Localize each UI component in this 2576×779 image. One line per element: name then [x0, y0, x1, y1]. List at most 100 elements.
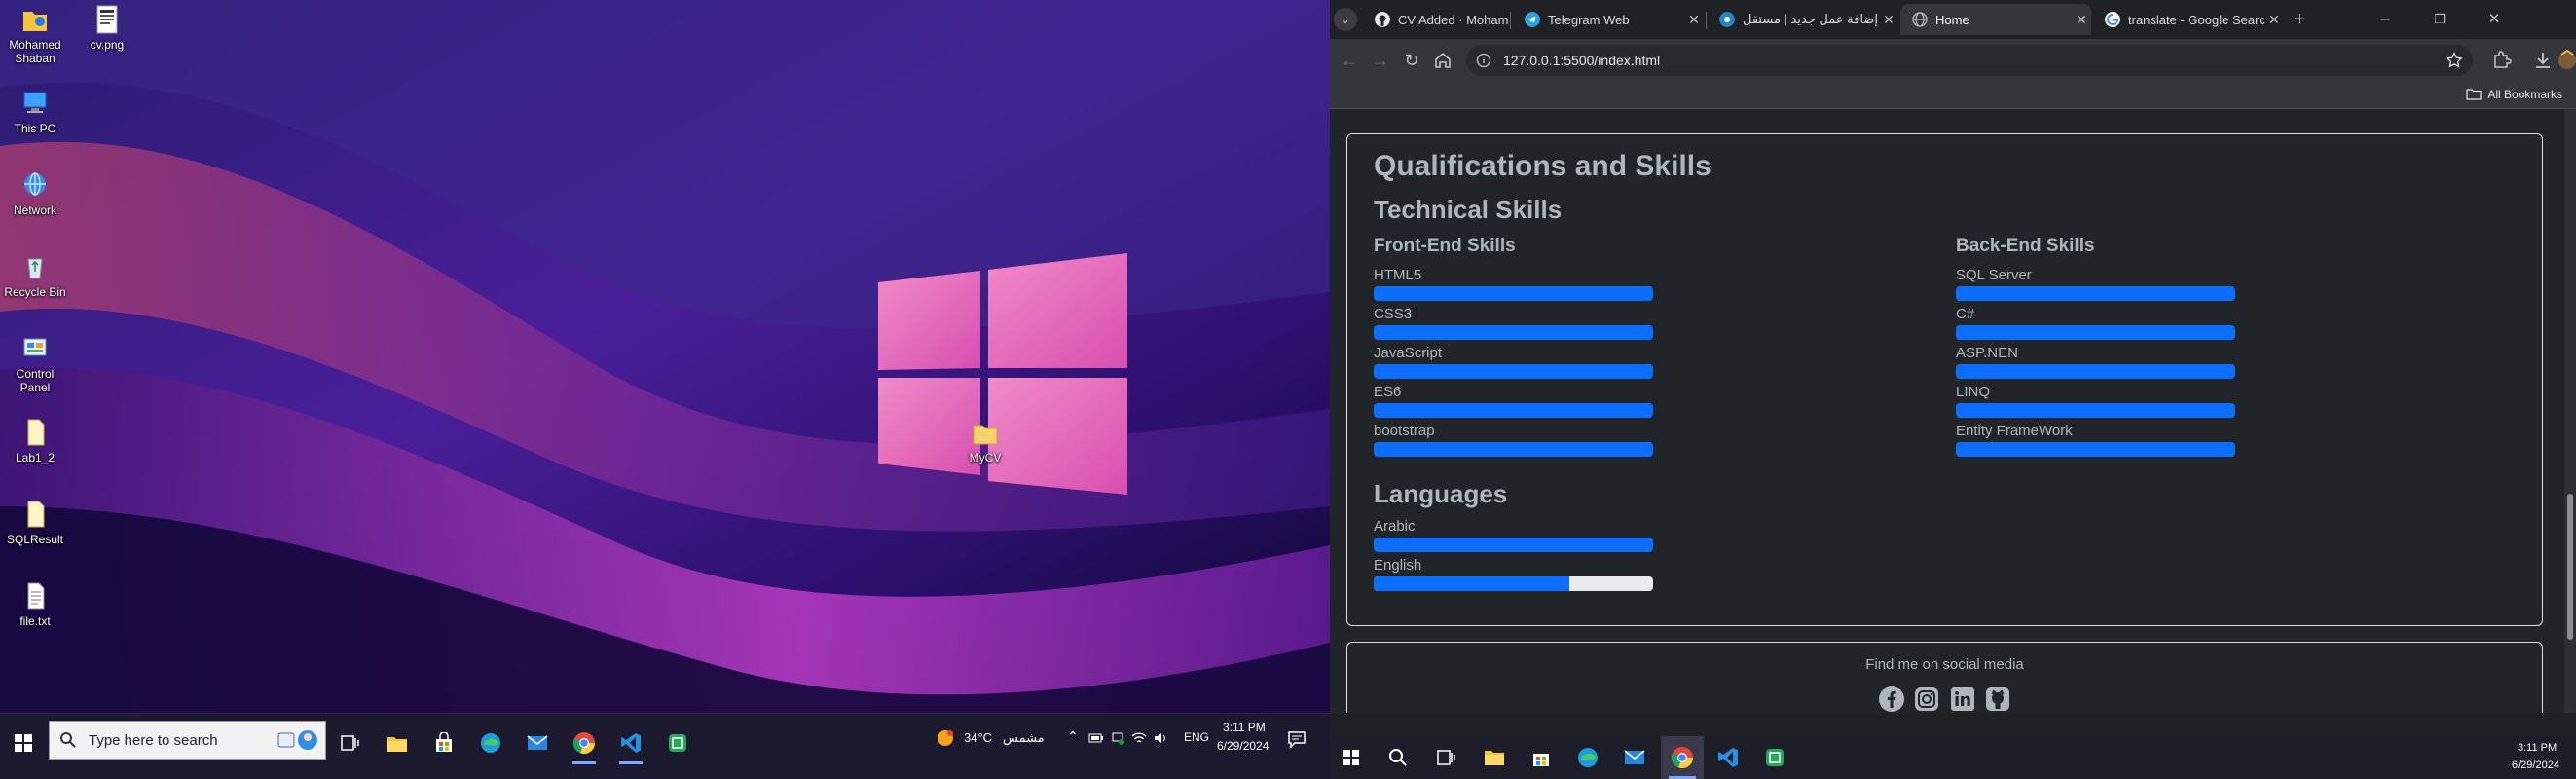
linkedin-icon[interactable]	[1949, 686, 1976, 713]
skill-label: HTML5	[1374, 267, 1422, 283]
desktop-icon-label: Control Panel	[16, 367, 55, 394]
language-item: English	[1374, 557, 1656, 591]
snip-tool-button[interactable]	[656, 722, 699, 764]
edge-icon[interactable]	[1577, 747, 1599, 768]
tab-close-icon[interactable]: ✕	[2264, 12, 2284, 28]
reload-icon[interactable]: ↻	[1400, 49, 1423, 72]
edge-button[interactable]	[469, 722, 512, 764]
search-icon[interactable]	[1388, 748, 1408, 767]
mail-button[interactable]	[516, 722, 559, 764]
backend-skills-title: Back-End Skills	[1956, 236, 2095, 256]
chrome-button[interactable]	[563, 722, 606, 764]
snipping-tool-icon[interactable]	[1764, 747, 1785, 768]
desktop-icon-network[interactable]: Network	[0, 169, 70, 217]
languages-title: Languages	[1374, 479, 1508, 508]
bookmarks-bar: All Bookmarks	[1330, 82, 2576, 109]
bookmark-star-icon[interactable]	[2446, 52, 2463, 69]
chrome-taskbar-button[interactable]	[1661, 736, 1704, 779]
tab-mostaql[interactable]: إضافة عمل جديد | مستقل ✕	[1708, 4, 1898, 35]
desktop-icon-mycv[interactable]: MyCV	[950, 417, 1020, 464]
microsoft-store-button[interactable]	[423, 722, 465, 764]
desktop-icon-control-panel[interactable]: Control Panel	[0, 333, 70, 394]
secondary-taskbar: 3:11 PM 6/29/2024	[1330, 736, 2576, 779]
download-icon[interactable]	[2531, 49, 2555, 72]
file-explorer-icon[interactable]	[1484, 749, 1505, 766]
desktop-icon-this-pc[interactable]: This PC	[0, 88, 70, 135]
mail-icon[interactable]	[1624, 749, 1645, 766]
tab-close-icon[interactable]: ✕	[1684, 12, 1704, 28]
desktop-icon-lab1-2[interactable]: Lab1_2	[0, 417, 70, 464]
skill-progress-fill	[1956, 403, 2235, 418]
desktop-icon-file-txt[interactable]: file.txt	[0, 580, 70, 628]
minimize-icon[interactable]: –	[2374, 8, 2397, 31]
tab-telegram[interactable]: Telegram Web ✕	[1513, 4, 1704, 35]
tab-label: إضافة عمل جديد | مستقل	[1743, 12, 1878, 26]
task-view-button[interactable]	[329, 722, 372, 764]
windows-start-icon	[15, 734, 32, 752]
tab-close-icon[interactable]: ✕	[1879, 12, 1898, 28]
computer-icon	[23, 92, 47, 113]
store-icon[interactable]	[1530, 747, 1552, 768]
volume-icon[interactable]	[1153, 730, 1168, 746]
vscode-button[interactable]	[609, 722, 652, 764]
skill-label: LINQ	[1956, 384, 1991, 400]
site-info-icon[interactable]	[1476, 53, 1491, 68]
desktop-icon-cv-png[interactable]: cv.png	[72, 4, 142, 52]
taskbar-search-box[interactable]: Type here to search	[49, 721, 326, 760]
github-icon[interactable]	[1984, 686, 2011, 713]
extensions-icon[interactable]	[2490, 49, 2514, 72]
github-icon	[1375, 12, 1390, 27]
clock-date[interactable]: 6/29/2024	[1217, 739, 1269, 753]
skill-progress-bar	[1374, 364, 1653, 379]
tab-github[interactable]: CV Added · MohamedSh	[1363, 4, 1509, 35]
restore-icon[interactable]: ❐	[2428, 8, 2451, 31]
task-view-icon[interactable]	[1437, 749, 1456, 766]
tab-search-chevron-icon[interactable]: ⌄	[1334, 8, 1357, 31]
tab-close-icon[interactable]: ✕	[2072, 12, 2091, 28]
network-status-icon[interactable]	[1110, 730, 1125, 746]
tab-google[interactable]: translate - Google Search ✕	[2093, 4, 2284, 35]
file-icon	[27, 419, 45, 446]
notification-center-icon[interactable]	[1287, 729, 1306, 749]
profile-avatar[interactable]	[2558, 49, 2576, 72]
file-explorer-button[interactable]	[376, 722, 419, 764]
desktop-icon-user-folder[interactable]: Mohamed Shaban	[0, 4, 70, 65]
skill-progress-fill	[1956, 364, 2235, 379]
start-button[interactable]	[2, 722, 45, 764]
windows-start-icon[interactable]	[1343, 750, 1359, 765]
home-icon[interactable]	[1431, 49, 1454, 72]
desktop-icon-sqlresult[interactable]: SQLResult	[0, 499, 70, 546]
instagram-icon[interactable]	[1913, 686, 1940, 713]
chrome-icon	[572, 732, 596, 755]
skill-item: ASP.NEN	[1956, 345, 2238, 379]
facebook-icon[interactable]	[1878, 686, 1905, 713]
wifi-icon[interactable]	[1131, 730, 1147, 746]
forward-arrow-icon[interactable]: →	[1369, 49, 1392, 72]
weather-description[interactable]: مشمس	[1003, 730, 1045, 746]
scrollbar-thumb[interactable]	[2567, 494, 2573, 640]
skill-progress-fill	[1956, 286, 2235, 301]
all-bookmarks-button[interactable]: All Bookmarks	[2466, 88, 2562, 101]
skill-item: HTML5	[1374, 267, 1656, 301]
skill-progress-fill	[1956, 442, 2235, 457]
clock-time[interactable]: 3:11 PM	[1223, 721, 1266, 734]
close-window-icon[interactable]: ✕	[2483, 8, 2506, 31]
vscode-icon[interactable]	[1717, 747, 1739, 768]
mail-icon	[527, 735, 548, 750]
desktop-icon-recycle-bin[interactable]: Recycle Bin	[0, 251, 70, 299]
page-viewport: Qualifications and Skills Technical Skil…	[1330, 109, 2576, 713]
page-scrollbar[interactable]	[2564, 109, 2576, 713]
weather-temperature[interactable]: 34°C	[964, 730, 992, 745]
address-bar[interactable]: 127.0.0.1:5500/index.html	[1466, 45, 2473, 76]
new-tab-plus-icon[interactable]: +	[2288, 8, 2311, 31]
tab-home[interactable]: Home ✕	[1900, 4, 2091, 35]
battery-icon[interactable]	[1088, 731, 1104, 745]
clock-time[interactable]: 3:11 PM	[2518, 742, 2557, 754]
recycle-bin-icon	[27, 258, 43, 279]
language-indicator[interactable]: ENG	[1184, 730, 1209, 744]
globe-icon	[1912, 12, 1928, 27]
language-progress-fill	[1374, 576, 1569, 591]
clock-date[interactable]: 6/29/2024	[2512, 760, 2559, 771]
tray-chevron-up-icon[interactable]: ⌃	[1067, 728, 1079, 745]
back-arrow-icon[interactable]: ←	[1338, 49, 1361, 72]
